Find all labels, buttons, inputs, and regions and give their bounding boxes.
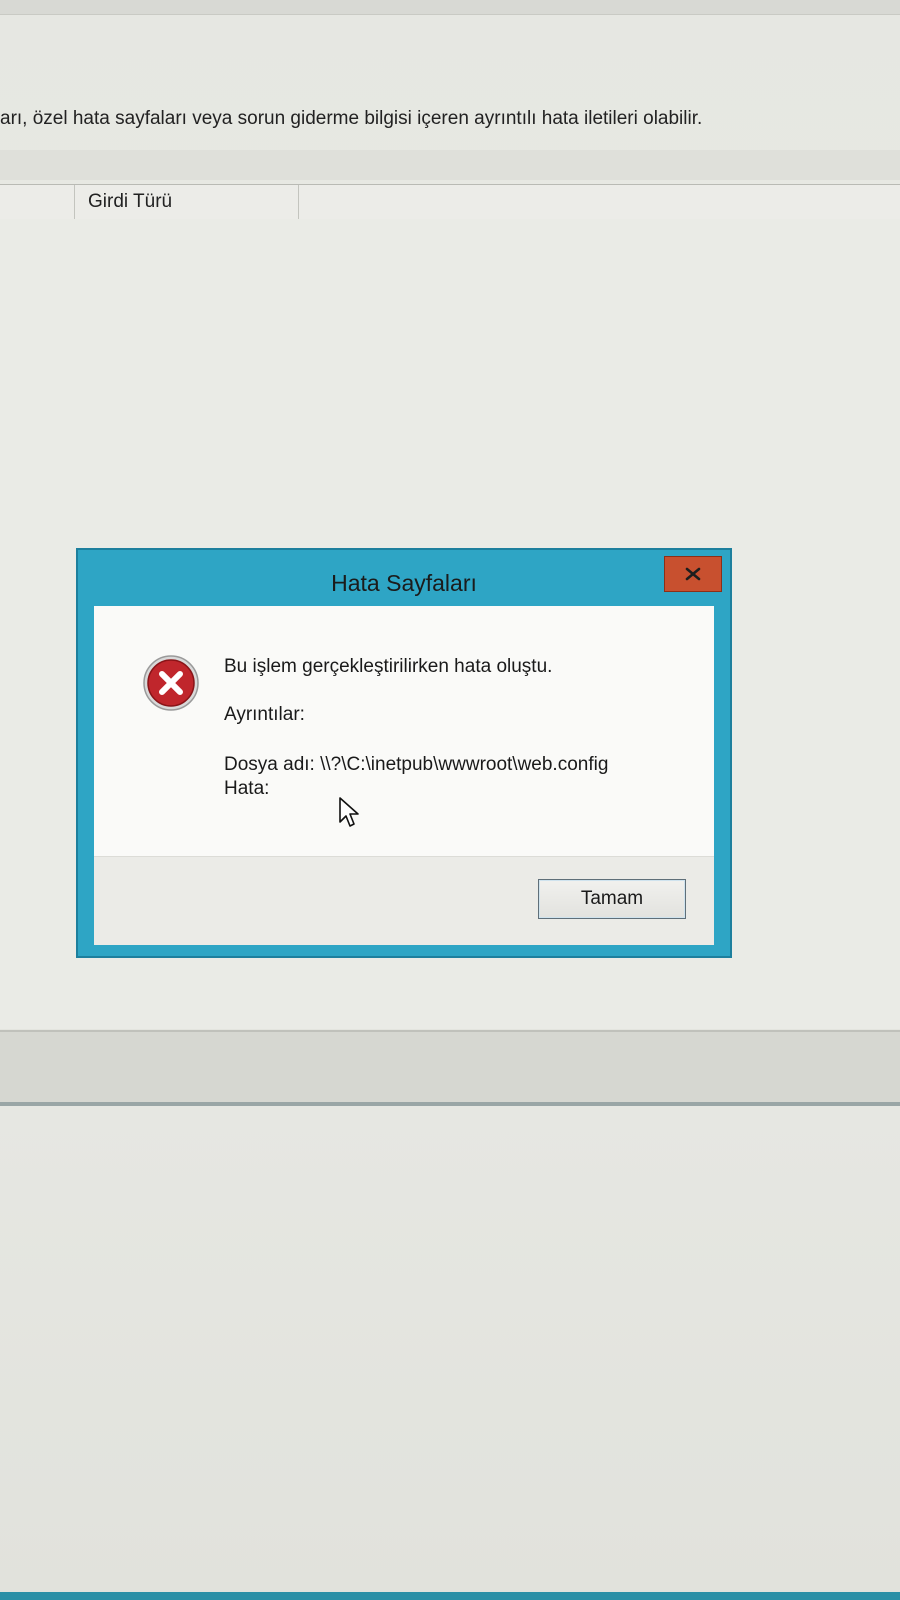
dialog-body: Bu işlem gerçekleştirilirken hata oluştu… — [94, 606, 714, 856]
taskbar-edge — [0, 1592, 900, 1600]
dialog-content: Bu işlem gerçekleştirilirken hata oluştu… — [94, 606, 714, 945]
ok-button[interactable]: Tamam — [538, 879, 686, 919]
lower-area — [0, 1106, 900, 1596]
error-message: Bu işlem gerçekleştirilirken hata oluştu… — [224, 656, 553, 677]
details-label: Ayrıntılar: — [224, 704, 305, 725]
list-header: Girdi Türü — [0, 184, 900, 220]
desktop-background: arı, özel hata sayfaları veya sorun gide… — [0, 0, 900, 1600]
dialog-title: Hata Sayfaları — [331, 570, 477, 596]
mouse-cursor-icon — [339, 797, 359, 827]
file-path-line: Dosya adı: \\?\C:\inetpub\wwwroot\web.co… — [224, 754, 609, 775]
column-separator[interactable] — [298, 185, 299, 219]
window-top-strip — [0, 0, 900, 15]
close-icon — [685, 567, 701, 581]
feature-description: arı, özel hata sayfaları veya sorun gide… — [0, 108, 703, 129]
dialog-footer: Tamam — [94, 856, 714, 945]
close-button[interactable] — [664, 556, 722, 592]
column-header-entry-type[interactable]: Girdi Türü — [88, 191, 172, 213]
description-band — [0, 150, 900, 180]
error-icon — [143, 655, 199, 711]
error-dialog: Hata Sayfaları Bu işlem gerçekleştirilir… — [76, 548, 732, 958]
error-line: Hata: — [224, 778, 270, 799]
column-separator[interactable] — [74, 185, 75, 219]
actions-band — [0, 1032, 900, 1102]
